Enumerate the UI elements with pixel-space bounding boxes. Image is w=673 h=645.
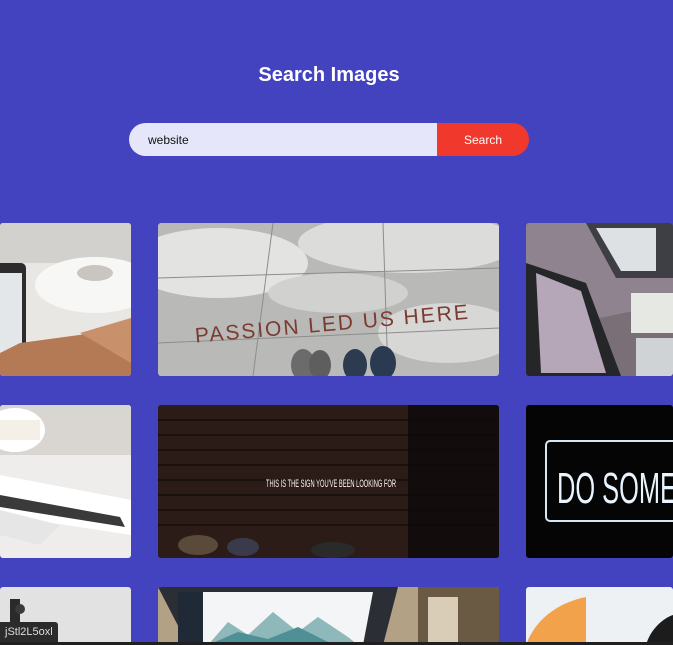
page: Search Images Search PASSION L — [0, 0, 673, 645]
image-do-some-neon[interactable]: DO SOME — [526, 405, 673, 558]
search-input[interactable] — [129, 123, 437, 156]
do-some-sign-text: DO SOME — [557, 464, 673, 513]
image-neon-sign[interactable]: THIS IS THE SIGN YOU'VE BEEN LOOKING FOR — [158, 405, 499, 558]
image-passion-led-us-here[interactable]: PASSION LED US HERE — [158, 223, 499, 376]
search-form: Search — [129, 123, 529, 156]
page-title: Search Images — [258, 64, 400, 86]
search-button[interactable]: Search — [437, 123, 529, 156]
status-bar-url: jStl2L5oxl — [0, 622, 58, 642]
image-orange-object[interactable] — [526, 587, 673, 645]
image-laptops-on-table[interactable] — [526, 223, 673, 376]
image-analytics-laptop[interactable] — [158, 587, 499, 645]
image-laptop-desk[interactable] — [0, 223, 131, 376]
image-notebook-coffee[interactable] — [0, 405, 131, 558]
neon-sign-text: THIS IS THE SIGN YOU'VE BEEN LOOKING FOR — [266, 478, 396, 490]
